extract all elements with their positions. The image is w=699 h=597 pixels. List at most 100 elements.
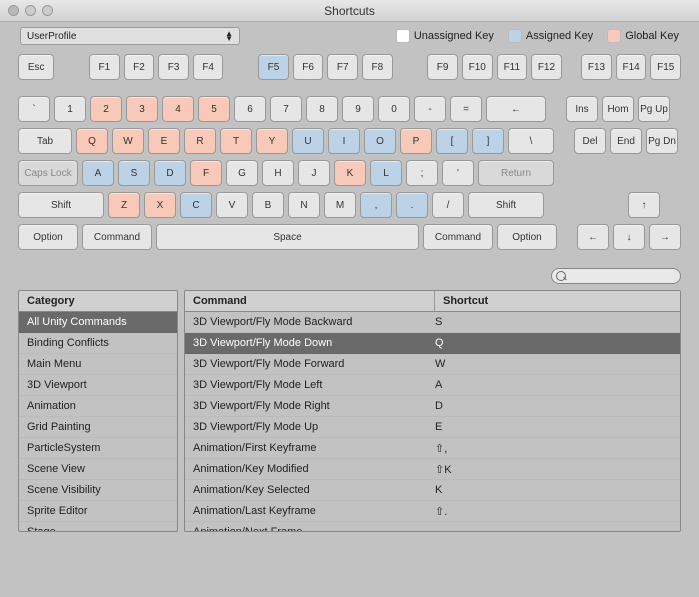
key--[interactable]: ↑ xyxy=(628,192,660,218)
key--[interactable]: . xyxy=(396,192,428,218)
key-g[interactable]: G xyxy=(226,160,258,186)
key-w[interactable]: W xyxy=(112,128,144,154)
key-p[interactable]: P xyxy=(400,128,432,154)
key-9[interactable]: 9 xyxy=(342,96,374,122)
command-row[interactable]: Animation/First Keyframe⇧, xyxy=(185,438,680,459)
key-k[interactable]: K xyxy=(334,160,366,186)
key-return[interactable]: Return xyxy=(478,160,554,186)
command-row[interactable]: Animation/Key SelectedK xyxy=(185,480,680,501)
key-f5[interactable]: F5 xyxy=(258,54,289,80)
category-row[interactable]: Main Menu xyxy=(19,354,177,375)
key--[interactable]: ← xyxy=(486,96,546,122)
key-r[interactable]: R xyxy=(184,128,216,154)
key-z[interactable]: Z xyxy=(108,192,140,218)
key-3[interactable]: 3 xyxy=(126,96,158,122)
key-1[interactable]: 1 xyxy=(54,96,86,122)
key-pg-dn[interactable]: Pg Dn xyxy=(646,128,678,154)
key-f15[interactable]: F15 xyxy=(650,54,681,80)
key-option[interactable]: Option xyxy=(497,224,557,250)
command-row[interactable]: Animation/Next Frame. xyxy=(185,522,680,531)
key-shift[interactable]: Shift xyxy=(468,192,544,218)
key--[interactable]: , xyxy=(360,192,392,218)
key-del[interactable]: Del xyxy=(574,128,606,154)
key--[interactable]: [ xyxy=(436,128,468,154)
key-2[interactable]: 2 xyxy=(90,96,122,122)
command-row[interactable]: 3D Viewport/Fly Mode BackwardS xyxy=(185,312,680,333)
key-esc[interactable]: Esc xyxy=(18,54,54,80)
key-f3[interactable]: F3 xyxy=(158,54,189,80)
command-row[interactable]: 3D Viewport/Fly Mode DownQ xyxy=(185,333,680,354)
command-row[interactable]: Animation/Last Keyframe⇧. xyxy=(185,501,680,522)
category-row[interactable]: Animation xyxy=(19,396,177,417)
key-pg-up[interactable]: Pg Up xyxy=(638,96,670,122)
zoom-icon[interactable] xyxy=(42,5,53,16)
key-8[interactable]: 8 xyxy=(306,96,338,122)
key-s[interactable]: S xyxy=(118,160,150,186)
key-t[interactable]: T xyxy=(220,128,252,154)
key-7[interactable]: 7 xyxy=(270,96,302,122)
close-icon[interactable] xyxy=(8,5,19,16)
key-f14[interactable]: F14 xyxy=(616,54,647,80)
category-row[interactable]: Sprite Editor xyxy=(19,501,177,522)
key--[interactable]: - xyxy=(414,96,446,122)
key--[interactable]: ↓ xyxy=(613,224,645,250)
key-l[interactable]: L xyxy=(370,160,402,186)
key-f11[interactable]: F11 xyxy=(497,54,528,80)
category-row[interactable]: Scene Visibility xyxy=(19,480,177,501)
command-row[interactable]: Animation/Key Modified⇧K xyxy=(185,459,680,480)
key--[interactable]: ` xyxy=(18,96,50,122)
key-v[interactable]: V xyxy=(216,192,248,218)
profile-dropdown[interactable]: UserProfile ▲▼ xyxy=(20,27,240,45)
key-f9[interactable]: F9 xyxy=(427,54,458,80)
key-f7[interactable]: F7 xyxy=(327,54,358,80)
category-row[interactable]: Stage xyxy=(19,522,177,531)
category-row[interactable]: ParticleSystem xyxy=(19,438,177,459)
category-row[interactable]: Grid Painting xyxy=(19,417,177,438)
key-x[interactable]: X xyxy=(144,192,176,218)
key-a[interactable]: A xyxy=(82,160,114,186)
key-f2[interactable]: F2 xyxy=(124,54,155,80)
key-f1[interactable]: F1 xyxy=(89,54,120,80)
key-5[interactable]: 5 xyxy=(198,96,230,122)
key-f13[interactable]: F13 xyxy=(581,54,612,80)
key-d[interactable]: D xyxy=(154,160,186,186)
key-y[interactable]: Y xyxy=(256,128,288,154)
key--[interactable]: ' xyxy=(442,160,474,186)
key-hom[interactable]: Hom xyxy=(602,96,634,122)
category-row[interactable]: 3D Viewport xyxy=(19,375,177,396)
category-row[interactable]: Scene View xyxy=(19,459,177,480)
key-command[interactable]: Command xyxy=(82,224,152,250)
key-f12[interactable]: F12 xyxy=(531,54,562,80)
command-row[interactable]: 3D Viewport/Fly Mode UpE xyxy=(185,417,680,438)
key--[interactable]: → xyxy=(649,224,681,250)
key--[interactable]: ← xyxy=(577,224,609,250)
key-f8[interactable]: F8 xyxy=(362,54,393,80)
key-u[interactable]: U xyxy=(292,128,324,154)
key-0[interactable]: 0 xyxy=(378,96,410,122)
key--[interactable]: \ xyxy=(508,128,554,154)
search-input[interactable] xyxy=(551,268,681,284)
command-row[interactable]: 3D Viewport/Fly Mode RightD xyxy=(185,396,680,417)
key-caps-lock[interactable]: Caps Lock xyxy=(18,160,78,186)
key-end[interactable]: End xyxy=(610,128,642,154)
key-c[interactable]: C xyxy=(180,192,212,218)
key-e[interactable]: E xyxy=(148,128,180,154)
key-shift[interactable]: Shift xyxy=(18,192,104,218)
key-b[interactable]: B xyxy=(252,192,284,218)
key-command[interactable]: Command xyxy=(423,224,493,250)
key-space[interactable]: Space xyxy=(156,224,419,250)
command-row[interactable]: 3D Viewport/Fly Mode ForwardW xyxy=(185,354,680,375)
key-ins[interactable]: Ins xyxy=(566,96,598,122)
key-f4[interactable]: F4 xyxy=(193,54,224,80)
key-f[interactable]: F xyxy=(190,160,222,186)
key-tab[interactable]: Tab xyxy=(18,128,72,154)
key-i[interactable]: I xyxy=(328,128,360,154)
minimize-icon[interactable] xyxy=(25,5,36,16)
category-list[interactable]: All Unity CommandsBinding ConflictsMain … xyxy=(19,312,177,531)
key-q[interactable]: Q xyxy=(76,128,108,154)
key--[interactable]: ; xyxy=(406,160,438,186)
key-m[interactable]: M xyxy=(324,192,356,218)
key-h[interactable]: H xyxy=(262,160,294,186)
key-4[interactable]: 4 xyxy=(162,96,194,122)
command-list[interactable]: 3D Viewport/Fly Mode BackwardS3D Viewpor… xyxy=(185,312,680,531)
